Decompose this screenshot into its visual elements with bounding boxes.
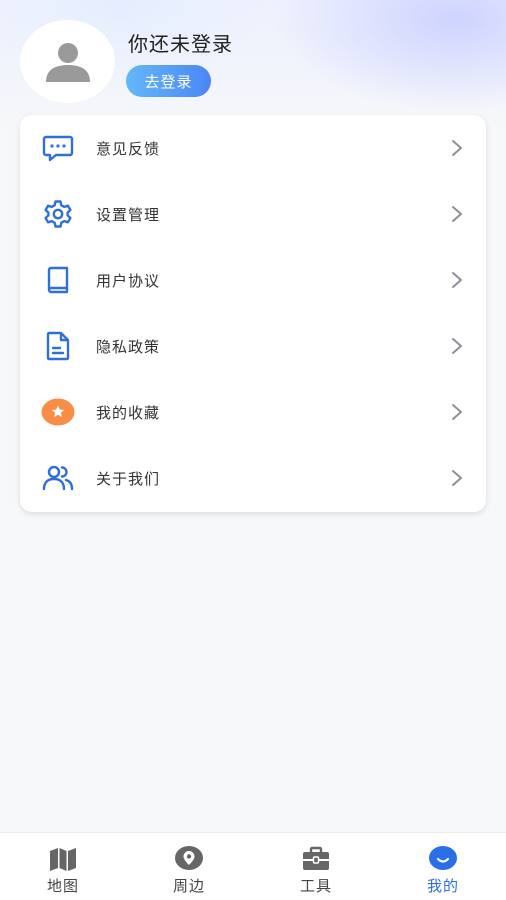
bottom-tab-bar: 地图 周边 工具 我的 (0, 832, 506, 900)
menu-item-label: 关于我们 (96, 469, 161, 488)
login-button[interactable]: 去登录 (126, 65, 211, 97)
tab-mine[interactable]: 我的 (380, 833, 506, 900)
star-icon (41, 396, 75, 428)
tab-label: 地图 (46, 877, 79, 895)
chevron-right-icon (452, 206, 462, 222)
menu-item-settings[interactable]: 设置管理 (20, 181, 486, 247)
menu-item-label: 意见反馈 (96, 139, 161, 158)
user-placeholder-icon (45, 42, 90, 82)
menu-item-label: 我的收藏 (96, 403, 161, 422)
tab-tools[interactable]: 工具 (253, 833, 379, 900)
menu-item-about-us[interactable]: 关于我们 (20, 445, 486, 511)
tab-map[interactable]: 地图 (0, 833, 126, 900)
tab-nearby[interactable]: 周边 (126, 833, 252, 900)
profile-header: 你还未登录 去登录 (0, 0, 506, 120)
tab-label: 周边 (172, 877, 205, 895)
toolbox-icon (301, 845, 331, 873)
login-status-title: 你还未登录 (128, 32, 233, 56)
menu-item-label: 隐私政策 (96, 337, 161, 356)
settings-gear-icon (42, 198, 74, 230)
feedback-icon (42, 132, 74, 164)
smile-icon (428, 845, 458, 873)
menu-card: 意见反馈 设置管理 用户协议 隐私政策 我的收藏 关于我们 (20, 115, 486, 512)
avatar[interactable] (20, 20, 115, 103)
map-icon (48, 845, 78, 873)
chevron-right-icon (452, 338, 462, 354)
chevron-right-icon (452, 404, 462, 420)
people-icon (42, 462, 74, 494)
chevron-right-icon (452, 470, 462, 486)
menu-item-label: 用户协议 (96, 271, 161, 290)
book-icon (42, 264, 74, 296)
chevron-right-icon (452, 272, 462, 288)
tab-label: 工具 (299, 877, 332, 895)
menu-item-user-agreement[interactable]: 用户协议 (20, 247, 486, 313)
location-pin-icon (174, 845, 204, 873)
menu-item-label: 设置管理 (96, 205, 161, 224)
menu-item-favorites[interactable]: 我的收藏 (20, 379, 486, 445)
document-icon (42, 330, 74, 362)
tab-label: 我的 (426, 877, 459, 895)
chevron-right-icon (452, 140, 462, 156)
menu-item-feedback[interactable]: 意见反馈 (20, 115, 486, 181)
menu-item-privacy-policy[interactable]: 隐私政策 (20, 313, 486, 379)
